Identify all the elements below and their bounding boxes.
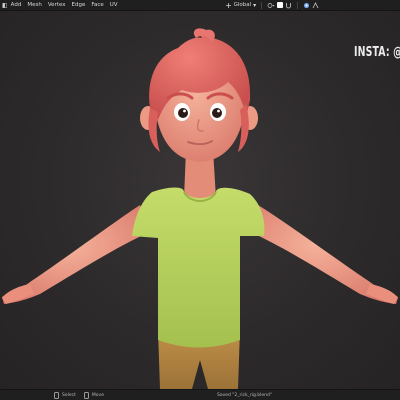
menu-add[interactable]: Add	[8, 0, 25, 11]
status-bar: Select Move Saved "2_rick_rig.blend"	[0, 389, 400, 400]
menu-face[interactable]: Face	[88, 0, 106, 11]
magnet-icon[interactable]	[285, 2, 292, 9]
separator	[261, 1, 263, 9]
saved-message: Saved "2_rick_rig.blend"	[216, 392, 272, 398]
orientation-group: Global ▾	[225, 0, 320, 11]
mouse-icon	[83, 391, 89, 399]
overlay-icon[interactable]	[312, 1, 319, 9]
transform-orientation-select[interactable]: Global	[234, 2, 252, 8]
menu-mesh[interactable]: Mesh	[24, 0, 44, 11]
snap-icon[interactable]	[277, 2, 284, 8]
watermark: INSTA: @	[354, 45, 400, 60]
proportional-icon[interactable]	[303, 2, 310, 9]
pivot-icon[interactable]	[267, 2, 275, 9]
menu-uv[interactable]: UV	[107, 0, 121, 11]
character-model	[2, 28, 398, 389]
mouse-icon	[54, 391, 59, 399]
3d-viewport[interactable]: INSTA: @	[0, 11, 400, 389]
separator	[297, 1, 299, 9]
shirt	[132, 187, 265, 348]
chevron-down-icon: ▾	[253, 1, 257, 9]
viewport-header: ◧ Add Mesh Vertex Edge Face UV Global ▾	[0, 0, 400, 11]
transform-orientation-icon[interactable]	[225, 2, 232, 9]
select-hint: Select	[62, 392, 76, 398]
move-hint: Move	[91, 392, 104, 398]
menu-edge[interactable]: Edge	[69, 0, 89, 11]
menu-vertex[interactable]: Vertex	[45, 0, 69, 11]
